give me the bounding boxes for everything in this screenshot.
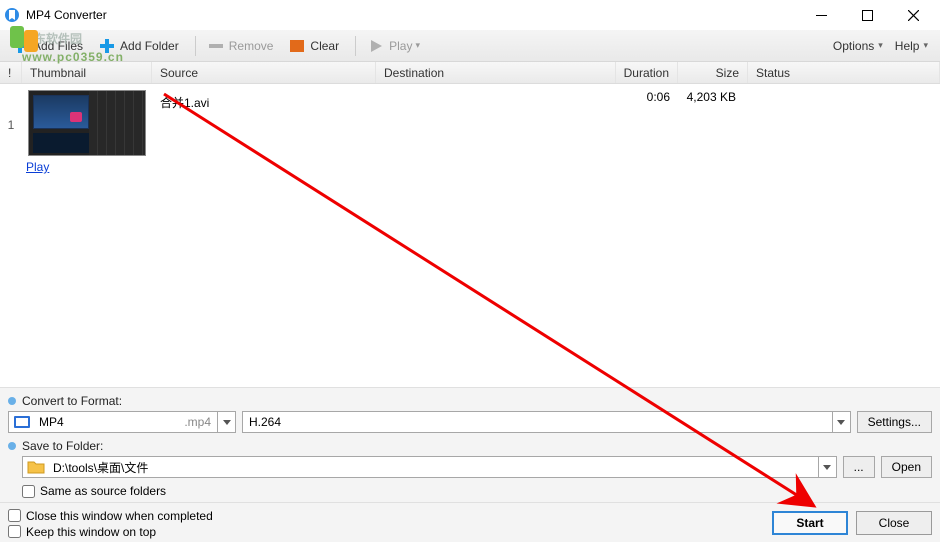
- bullet-icon: [8, 442, 16, 450]
- add-files-label: Add Files: [33, 39, 83, 53]
- format-ext: .mp4: [178, 415, 217, 429]
- row-index: 1: [0, 90, 22, 132]
- main-toolbar: Add Files Add Folder Remove Clear Play ▾…: [0, 30, 940, 62]
- chevron-down-icon: [217, 412, 235, 432]
- clear-button[interactable]: Clear: [283, 34, 345, 58]
- options-label: Options: [833, 39, 874, 53]
- checkbox-input[interactable]: [22, 485, 35, 498]
- minimize-button[interactable]: [798, 0, 844, 30]
- file-list: 1 Play 合并1.avi 0:06 4,203 KB: [0, 84, 940, 387]
- col-status[interactable]: Status: [748, 62, 940, 83]
- col-thumbnail[interactable]: Thumbnail: [22, 62, 152, 83]
- footer: Close this window when completed Keep th…: [0, 502, 940, 542]
- app-icon: [4, 7, 20, 23]
- duration-cell: 0:06: [616, 90, 678, 104]
- list-item[interactable]: 1 Play 合并1.avi 0:06 4,203 KB: [0, 84, 940, 180]
- clear-icon: [289, 38, 305, 54]
- folder-icon: [27, 458, 45, 476]
- size-cell: 4,203 KB: [678, 90, 748, 104]
- toolbar-separator: [195, 36, 196, 56]
- chevron-down-icon: ▾: [878, 40, 883, 51]
- bullet-icon: [8, 397, 16, 405]
- browse-button[interactable]: ...: [843, 456, 875, 478]
- source-cell: 合并1.avi: [152, 90, 376, 111]
- help-menu[interactable]: Help ▾: [889, 34, 934, 58]
- minus-icon: [208, 38, 224, 54]
- titlebar: MP4 Converter: [0, 0, 940, 30]
- play-link[interactable]: Play: [26, 160, 49, 174]
- chevron-down-icon: ▾: [415, 40, 420, 51]
- keep-on-top-checkbox[interactable]: Keep this window on top: [8, 525, 764, 539]
- mp4-icon: [13, 413, 31, 431]
- chevron-down-icon: [818, 457, 836, 477]
- chevron-down-icon: ▾: [923, 40, 928, 51]
- format-select[interactable]: MP4 .mp4: [8, 411, 236, 433]
- remove-label: Remove: [229, 39, 274, 53]
- col-source[interactable]: Source: [152, 62, 376, 83]
- format-value: MP4: [35, 415, 178, 429]
- add-folder-button[interactable]: Add Folder: [93, 34, 185, 58]
- video-thumbnail[interactable]: [28, 90, 146, 156]
- play-label: Play: [389, 39, 412, 53]
- play-button[interactable]: Play ▾: [362, 34, 426, 58]
- close-button[interactable]: Close: [856, 511, 932, 535]
- start-button[interactable]: Start: [772, 511, 848, 535]
- window-title: MP4 Converter: [26, 8, 798, 22]
- col-size[interactable]: Size: [678, 62, 748, 83]
- codec-value: H.264: [243, 415, 832, 429]
- save-path-value: D:\tools\桌面\文件: [49, 459, 818, 476]
- add-files-button[interactable]: Add Files: [6, 34, 89, 58]
- plus-icon: [99, 38, 115, 54]
- checkbox-input[interactable]: [8, 509, 21, 522]
- codec-select[interactable]: H.264: [242, 411, 851, 433]
- maximize-button[interactable]: [844, 0, 890, 30]
- format-label: Convert to Format:: [8, 394, 932, 408]
- remove-button[interactable]: Remove: [202, 34, 280, 58]
- clear-label: Clear: [310, 39, 339, 53]
- col-destination[interactable]: Destination: [376, 62, 616, 83]
- close-when-completed-checkbox[interactable]: Close this window when completed: [8, 509, 764, 523]
- col-index[interactable]: !: [0, 62, 22, 83]
- save-label: Save to Folder:: [8, 439, 932, 453]
- column-header-row: ! Thumbnail Source Destination Duration …: [0, 62, 940, 84]
- checkbox-input[interactable]: [8, 525, 21, 538]
- plus-icon: [12, 38, 28, 54]
- col-duration[interactable]: Duration: [616, 62, 678, 83]
- play-icon: [368, 38, 384, 54]
- settings-button[interactable]: Settings...: [857, 411, 932, 433]
- thumbnail-cell: Play: [22, 90, 152, 174]
- close-window-button[interactable]: [890, 0, 936, 30]
- help-label: Help: [895, 39, 920, 53]
- toolbar-separator: [355, 36, 356, 56]
- same-as-source-checkbox[interactable]: Same as source folders: [22, 484, 932, 498]
- settings-panel: Convert to Format: MP4 .mp4 H.264 Settin…: [0, 387, 940, 502]
- chevron-down-icon: [832, 412, 850, 432]
- save-path-select[interactable]: D:\tools\桌面\文件: [22, 456, 837, 478]
- options-menu[interactable]: Options ▾: [827, 34, 889, 58]
- open-folder-button[interactable]: Open: [881, 456, 932, 478]
- add-folder-label: Add Folder: [120, 39, 179, 53]
